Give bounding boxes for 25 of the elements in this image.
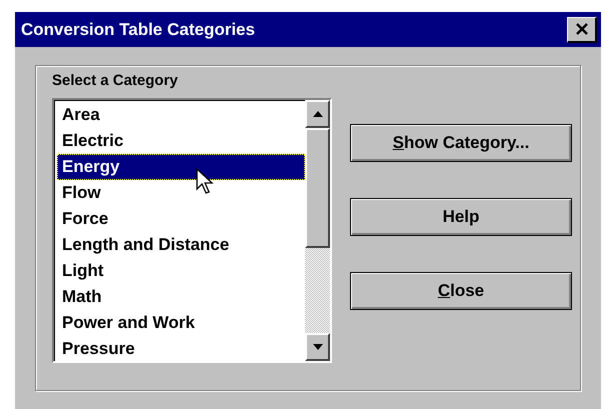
up-arrow-icon — [312, 111, 322, 117]
list-item[interactable]: Energy — [57, 154, 305, 180]
mouse-pointer-icon — [196, 168, 216, 196]
list-item[interactable]: Light — [57, 258, 305, 284]
window-title: Conversion Table Categories — [21, 18, 255, 41]
scroll-down-button[interactable] — [305, 333, 330, 361]
dialog-button[interactable]: Close — [350, 272, 572, 310]
list-item[interactable]: Math — [57, 284, 305, 310]
vertical-scrollbar[interactable] — [305, 100, 330, 361]
dialog-button[interactable]: Help — [350, 198, 572, 236]
list-item[interactable]: Power and Work — [57, 310, 305, 336]
category-list[interactable]: Area Electric Energy Flow Force Length and Distance Light Math Power and Work Pressure — [52, 98, 332, 363]
list-item[interactable]: Force — [57, 206, 305, 232]
scroll-thumb[interactable] — [305, 128, 330, 248]
list-item[interactable]: Area — [57, 102, 305, 128]
list-item[interactable]: Length and Distance — [57, 232, 305, 258]
list-item[interactable]: Flow — [57, 180, 305, 206]
dialog-button[interactable]: Show Category... — [350, 124, 572, 162]
scroll-up-button[interactable] — [305, 100, 330, 128]
close-button[interactable] — [567, 16, 597, 42]
down-arrow-icon — [312, 344, 322, 350]
list-item[interactable]: Pressure — [57, 336, 305, 362]
group-label: Select a Category — [52, 72, 179, 90]
close-icon — [574, 22, 588, 36]
list-item[interactable]: Electric — [57, 128, 305, 154]
